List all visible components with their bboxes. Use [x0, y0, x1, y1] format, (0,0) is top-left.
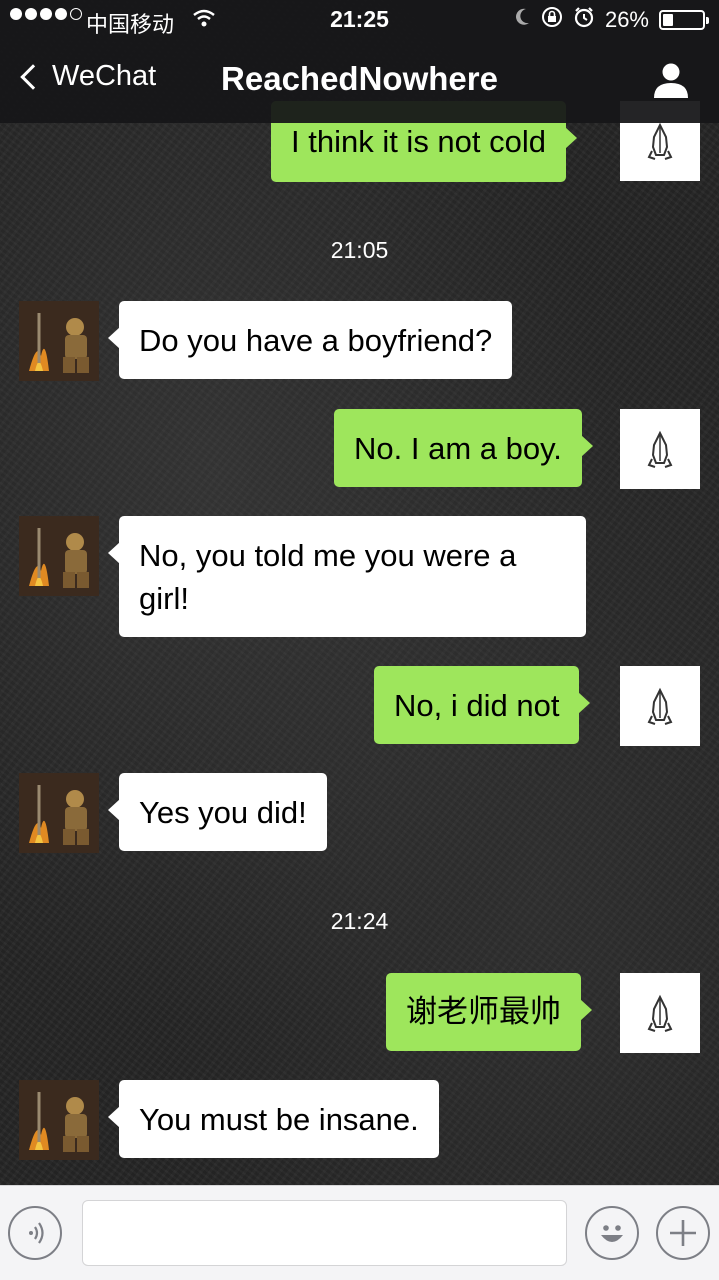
- praying-hands-icon: [647, 122, 673, 160]
- battery-percent: 26%: [604, 7, 649, 32]
- message-bubble-outgoing[interactable]: No. I am a boy.: [334, 409, 593, 487]
- my-avatar[interactable]: [620, 409, 700, 489]
- rotation-lock-icon: [541, 6, 563, 34]
- contact-avatar[interactable]: [19, 301, 99, 381]
- moon-icon: [513, 7, 531, 33]
- message-bubble-incoming[interactable]: Do you have a boyfriend?: [107, 301, 513, 379]
- battery-fill: [663, 14, 673, 26]
- my-avatar[interactable]: [620, 666, 700, 746]
- contact-avatar[interactable]: [19, 773, 99, 853]
- message-bubble-incoming[interactable]: No, you told me you were a girl!: [108, 516, 586, 637]
- message-bubble-outgoing[interactable]: 谢老师最帅: [386, 973, 592, 1051]
- contact-avatar[interactable]: [19, 516, 99, 596]
- timestamp: 21:24: [330, 908, 389, 934]
- praying-hands-icon: [647, 430, 673, 468]
- my-avatar[interactable]: [620, 973, 700, 1053]
- alarm-icon: [573, 6, 595, 34]
- praying-hands-icon: [647, 687, 673, 725]
- top-bar: 中国移动 21:25 26% WeChat ReachedNowhere: [0, 0, 719, 123]
- navigation-bar: WeChat ReachedNowhere: [0, 40, 719, 123]
- battery-icon: [659, 10, 709, 30]
- knight-bonfire-avatar-icon: [19, 301, 99, 381]
- status-bar: 中国移动 21:25 26%: [0, 0, 719, 40]
- chat-screen: I think it is not cold 21:05 Do you have…: [0, 0, 719, 1280]
- plus-button[interactable]: [656, 1206, 710, 1260]
- emoji-icon: [601, 1225, 623, 1242]
- message-input[interactable]: [82, 1200, 567, 1266]
- knight-bonfire-avatar-icon: [19, 1080, 99, 1160]
- status-right-group: 26%: [513, 6, 709, 34]
- chat-title: ReachedNowhere: [221, 60, 498, 97]
- message-bubble-outgoing[interactable]: No, i did not: [374, 666, 591, 744]
- message-bubble-incoming[interactable]: You must be insane.: [108, 1080, 439, 1158]
- message-bubble-incoming[interactable]: Yes you did!: [108, 773, 327, 851]
- emoji-button[interactable]: [585, 1206, 639, 1260]
- input-bar: [0, 1185, 719, 1280]
- knight-bonfire-avatar-icon: [19, 516, 99, 596]
- knight-bonfire-avatar-icon: [19, 773, 99, 853]
- person-icon[interactable]: [651, 60, 691, 100]
- voice-button[interactable]: [8, 1206, 62, 1260]
- voice-icon: [29, 1222, 44, 1244]
- timestamp: 21:05: [330, 237, 389, 263]
- plus-icon: [670, 1220, 696, 1246]
- praying-hands-icon: [647, 994, 673, 1032]
- contact-avatar[interactable]: [19, 1080, 99, 1160]
